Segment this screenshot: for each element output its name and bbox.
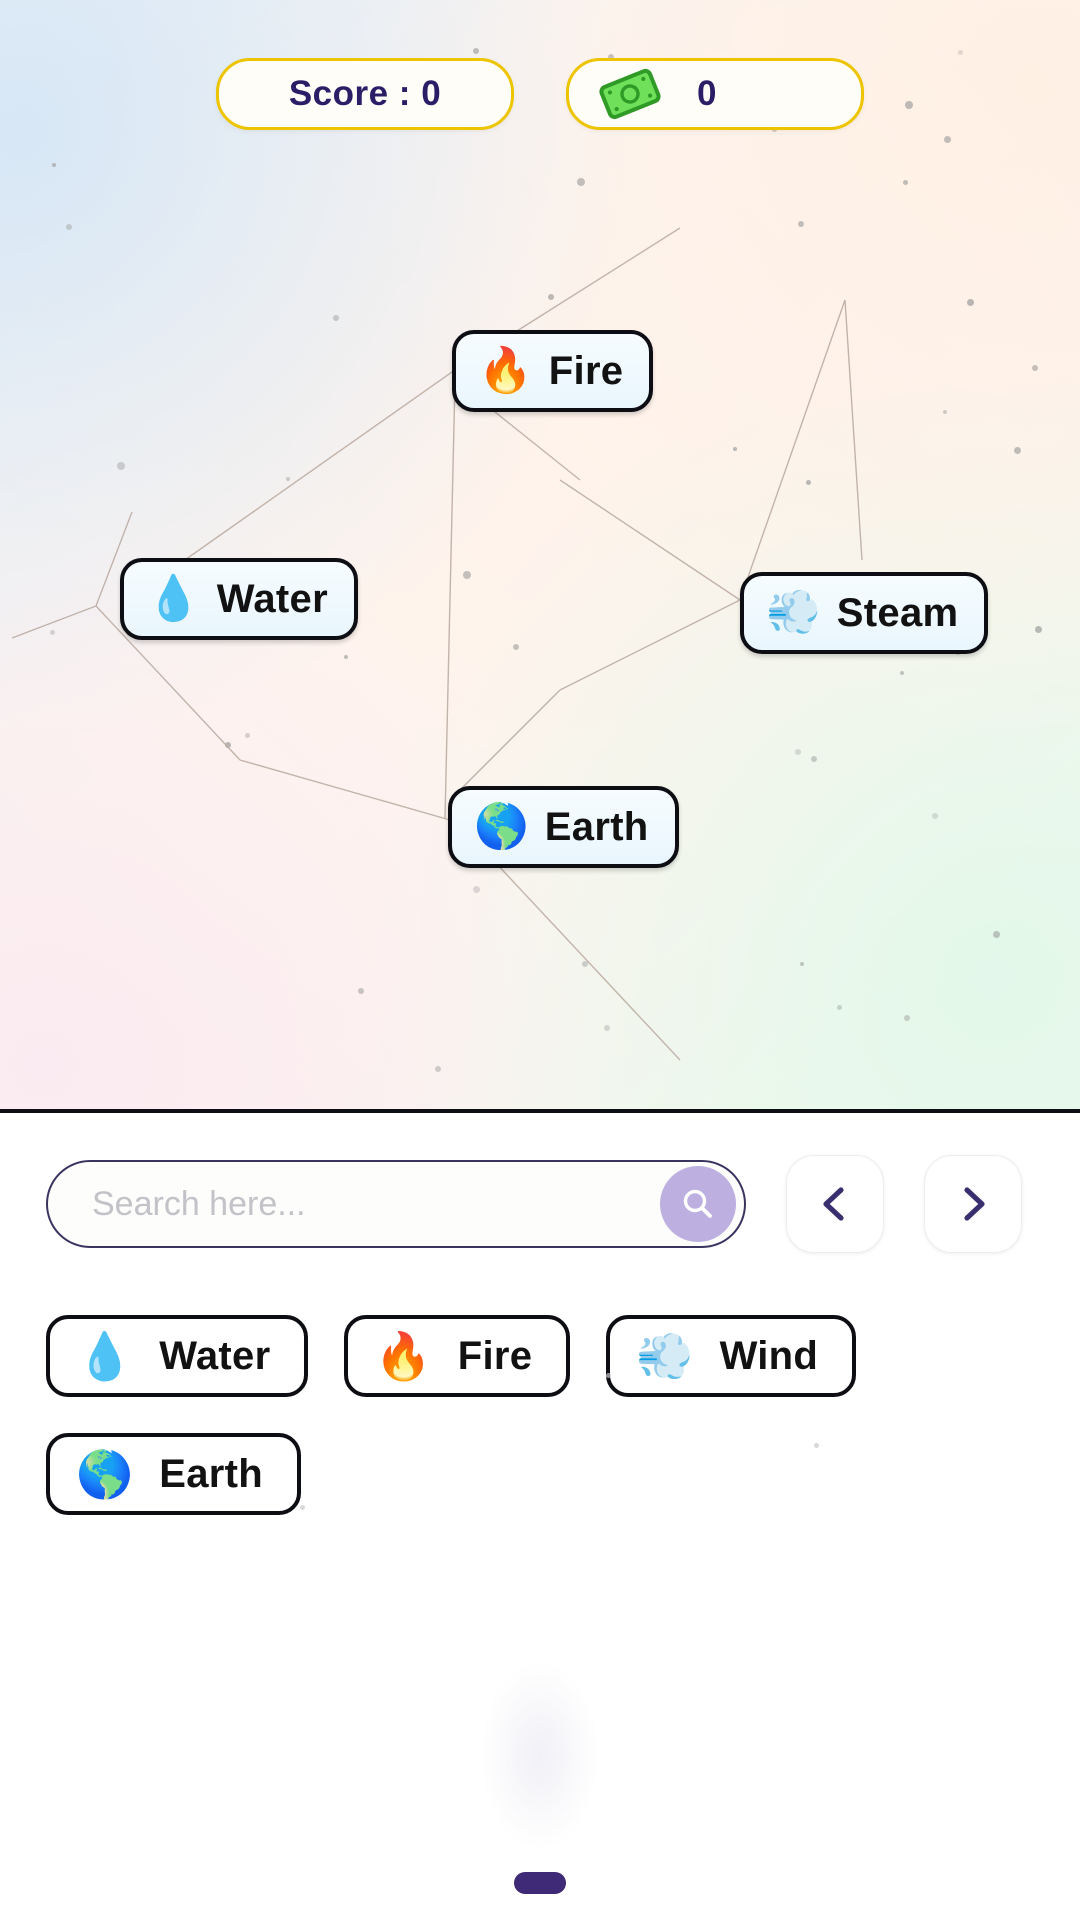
background-particle <box>943 410 947 414</box>
hud-bar: Score : 0 0 <box>0 58 1080 130</box>
canvas-node-label: Earth <box>544 804 649 849</box>
chevron-left-icon <box>823 1187 844 1221</box>
app-root: Score : 0 0 🔥 Fire 💧 Water 💨 Steam 🌎 Eart <box>0 0 1080 1920</box>
background-particle <box>958 50 963 55</box>
background-particle <box>473 886 480 893</box>
background-particle <box>66 224 72 230</box>
background-particle <box>1035 626 1042 633</box>
background-particle <box>811 756 817 762</box>
background-particle <box>967 299 974 306</box>
crafting-canvas[interactable]: Score : 0 0 🔥 Fire 💧 Water 💨 Steam 🌎 Eart <box>0 0 1080 1113</box>
element-tile-wind[interactable]: 💨 Wind <box>606 1315 857 1397</box>
background-particle <box>117 462 125 470</box>
droplet-emoji: 💧 <box>76 1330 134 1382</box>
fire-emoji: 🔥 <box>478 346 533 395</box>
next-page-button[interactable] <box>924 1155 1022 1253</box>
element-tile-earth[interactable]: 🌎 Earth <box>46 1433 302 1515</box>
canvas-node-label: Steam <box>836 590 959 635</box>
home-indicator <box>514 1872 566 1894</box>
background-particle <box>606 1373 611 1378</box>
background-particle <box>577 178 585 186</box>
element-tile-label: Wind <box>719 1333 819 1378</box>
connection-threads <box>11 227 863 1061</box>
background-particle <box>944 136 951 143</box>
background-particle <box>344 655 348 659</box>
background-particle <box>814 1443 819 1448</box>
background-particle <box>795 749 801 755</box>
background-particle <box>798 221 804 227</box>
chevron-right-icon <box>964 1187 985 1221</box>
background-particle <box>52 163 56 167</box>
dash-cloud-emoji: 💨 <box>766 588 821 637</box>
bottom-glow <box>480 1660 600 1850</box>
background-particle <box>513 644 519 650</box>
background-particle <box>1032 365 1038 371</box>
search-icon <box>683 1189 712 1218</box>
element-tile-label: Fire <box>457 1333 533 1378</box>
background-particle <box>358 988 364 994</box>
background-particle <box>548 294 554 300</box>
earth-globe-emoji: 🌎 <box>474 802 529 851</box>
canvas-node-steam[interactable]: 💨 Steam <box>740 572 989 654</box>
background-particles <box>0 0 1080 1109</box>
background-particle <box>582 961 588 967</box>
element-tile-label: Water <box>159 1333 271 1378</box>
search-row <box>46 1155 1034 1253</box>
element-tile-label: Earth <box>159 1451 264 1496</box>
background-particle <box>800 962 804 966</box>
coins-badge: 0 <box>566 58 864 130</box>
dash-cloud-emoji: 💨 <box>636 1330 694 1382</box>
background-particle <box>473 48 479 54</box>
canvas-node-water[interactable]: 💧 Water <box>120 558 358 640</box>
background-particle <box>993 931 1000 938</box>
search-input[interactable] <box>92 1184 648 1224</box>
background-particle <box>245 733 250 738</box>
prev-page-button[interactable] <box>786 1155 884 1253</box>
element-tile-fire[interactable]: 🔥 Fire <box>344 1315 571 1397</box>
canvas-node-fire[interactable]: 🔥 Fire <box>452 330 654 412</box>
score-badge: Score : 0 <box>216 58 514 130</box>
element-tile-water[interactable]: 💧 Water <box>46 1315 309 1397</box>
background-particle <box>435 1066 441 1072</box>
canvas-node-label: Water <box>216 576 328 621</box>
earth-globe-emoji: 🌎 <box>76 1448 134 1500</box>
background-particle <box>225 742 231 748</box>
background-particle <box>604 1025 610 1031</box>
background-particle <box>1014 447 1021 454</box>
coins-value: 0 <box>697 74 717 113</box>
background-particle <box>932 813 938 819</box>
dollar-banknote-icon <box>599 68 661 120</box>
background-particle <box>50 630 55 635</box>
background-particle <box>806 480 811 485</box>
search-field-wrapper[interactable] <box>46 1160 746 1248</box>
background-particle <box>900 671 904 675</box>
background-particle <box>903 180 908 185</box>
background-particle <box>286 477 290 481</box>
droplet-emoji: 💧 <box>146 574 201 623</box>
score-label: Score : 0 <box>288 74 442 113</box>
canvas-node-earth[interactable]: 🌎 Earth <box>448 786 679 868</box>
background-particle <box>904 1015 910 1021</box>
background-particle <box>300 1505 305 1510</box>
fire-emoji: 🔥 <box>374 1330 432 1382</box>
background-particle <box>333 315 339 321</box>
background-particle <box>733 447 737 451</box>
element-grid: 💧 Water 🔥 Fire 💨 Wind 🌎 Earth <box>46 1315 1034 1515</box>
background-particle <box>837 1005 842 1010</box>
search-button[interactable] <box>660 1166 736 1242</box>
canvas-node-label: Fire <box>548 348 624 393</box>
element-drawer: 💧 Water 🔥 Fire 💨 Wind 🌎 Earth <box>0 1113 1080 1920</box>
background-particle <box>463 571 471 579</box>
